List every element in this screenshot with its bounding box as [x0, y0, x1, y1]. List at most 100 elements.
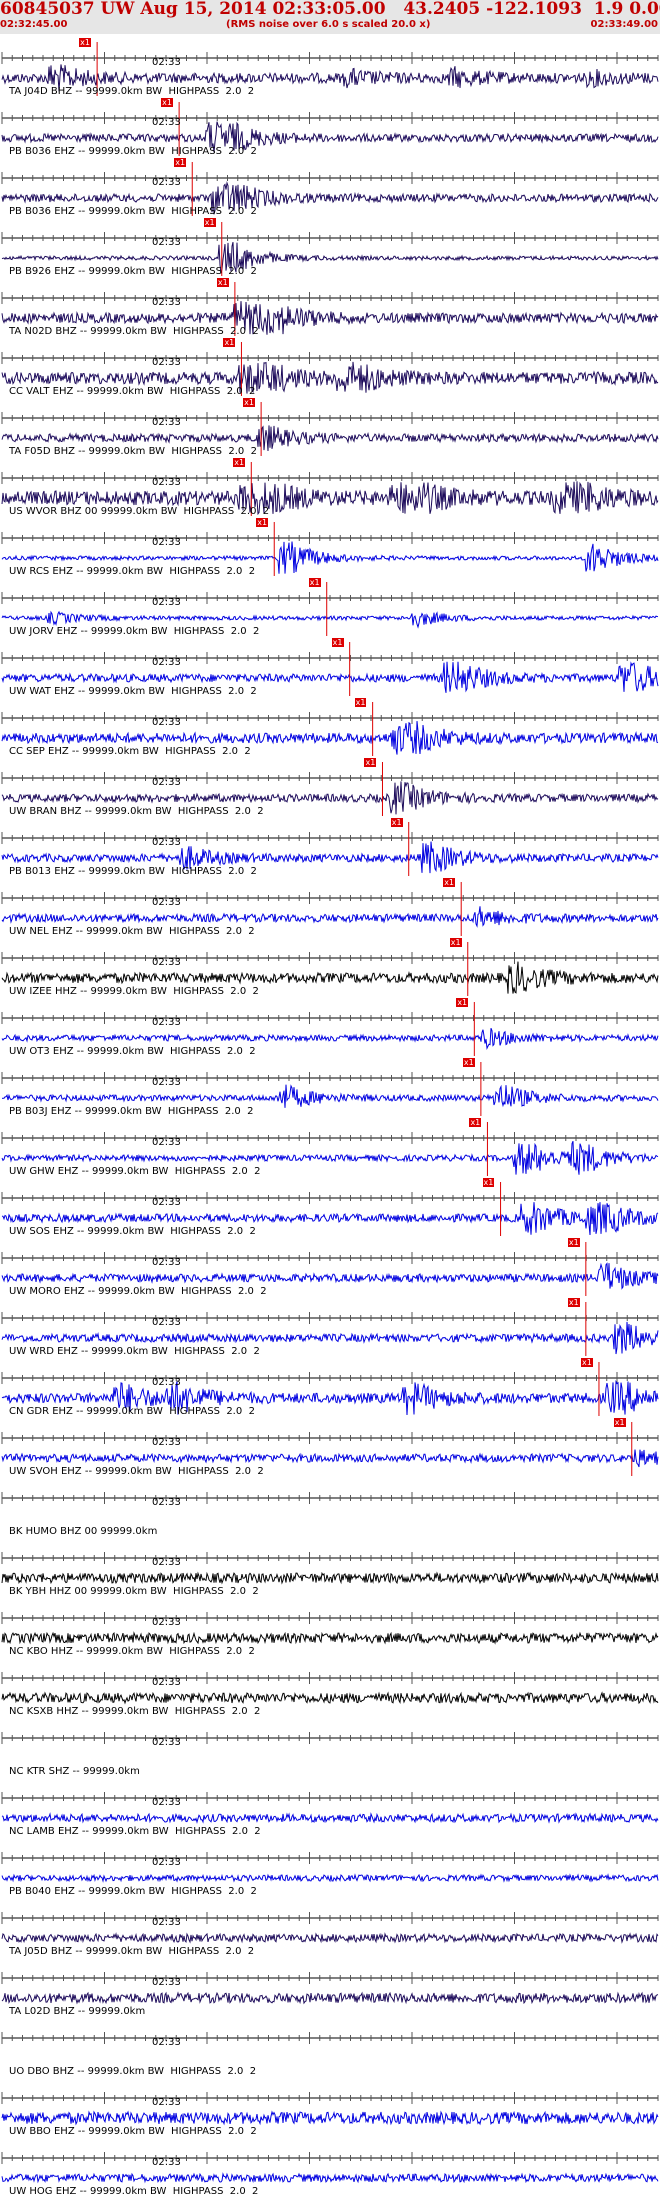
station-label: NC KTR SHZ -- 99999.0km — [9, 1766, 140, 1777]
station-label: UW SVOH EHZ -- 99999.0km BW HIGHPASS 2.0… — [9, 1466, 264, 1477]
waveform-trace — [1, 610, 659, 629]
minute-label: 02:33 — [152, 1197, 181, 1208]
waveform-trace — [1, 1449, 659, 1468]
minute-label: 02:33 — [152, 1797, 181, 1808]
station-label: NC LAMB EHZ -- 99999.0km BW HIGHPASS 2.0… — [9, 1826, 261, 1837]
minute-label: 02:33 — [152, 2097, 181, 2108]
minute-label: 02:33 — [152, 777, 181, 788]
minute-label: 02:33 — [152, 1257, 181, 1268]
station-label: US WVOR BHZ 00 99999.0km BW HIGHPASS 2.0… — [9, 506, 270, 517]
pick-badge: x1 — [79, 38, 91, 47]
minute-label: 02:33 — [152, 1677, 181, 1688]
minute-label: 02:33 — [152, 1437, 181, 1448]
minute-label: 02:33 — [152, 2037, 181, 2048]
station-label: TA F05D BHZ -- 99999.0km BW HIGHPASS 2.0… — [9, 446, 257, 457]
minute-label: 02:33 — [152, 1077, 181, 1088]
station-label: TA J05D BHZ -- 99999.0km BW HIGHPASS 2.0… — [9, 1946, 255, 1957]
station-label: CC VALT EHZ -- 99999.0km BW HIGHPASS 2.0… — [9, 386, 256, 397]
pick-badge: x1 — [308, 578, 321, 587]
waveform-trace — [1, 1571, 659, 1585]
minute-label: 02:33 — [152, 1317, 181, 1328]
minute-label: 02:33 — [152, 1557, 181, 1568]
station-label: UW GHW EHZ -- 99999.0km BW HIGHPASS 2.0 … — [9, 1166, 261, 1177]
pick-badge: x1 — [567, 1298, 580, 1307]
minute-label: 02:33 — [152, 1977, 181, 1988]
minute-label: 02:33 — [152, 1917, 181, 1928]
minute-label: 02:33 — [152, 1617, 181, 1628]
station-label: UW RCS EHZ -- 99999.0km BW HIGHPASS 2.0 … — [9, 566, 256, 577]
minute-label: 02:33 — [152, 417, 181, 428]
minute-label: 02:33 — [152, 177, 181, 188]
waveform-trace — [1, 1262, 659, 1290]
pick-badge: x1 — [567, 1238, 580, 1247]
station-label: UW WAT EHZ -- 99999.0km BW HIGHPASS 2.0 … — [9, 686, 257, 697]
pick-badge: x1 — [161, 98, 173, 107]
minute-label: 02:33 — [152, 1137, 181, 1148]
minute-label: 02:33 — [152, 1737, 181, 1748]
station-label: UW JORV EHZ -- 99999.0km BW HIGHPASS 2.0… — [9, 626, 260, 637]
station-label: UW SOS EHZ -- 99999.0km BW HIGHPASS 2.0 … — [9, 1226, 256, 1237]
station-label: PB B013 EHZ -- 99999.0km BW HIGHPASS 2.0… — [9, 866, 257, 877]
pick-badge: x1 — [256, 518, 269, 527]
minute-label: 02:33 — [152, 1497, 181, 1508]
waveform-trace — [1, 1691, 659, 1705]
pick-badge: x1 — [203, 218, 216, 227]
pick-badge: x1 — [174, 158, 187, 167]
waveform-trace — [1, 1873, 659, 1883]
pick-badge: x1 — [580, 1358, 593, 1367]
minute-label: 02:33 — [152, 957, 181, 968]
station-label: TA N02D BHZ -- 99999.0km BW HIGHPASS 2.0… — [9, 326, 259, 337]
station-label: BK YBH HHZ 00 99999.0km BW HIGHPASS 2.0 … — [9, 1586, 259, 1597]
minute-label: 02:33 — [152, 1017, 181, 1028]
station-label: UW BRAN BHZ -- 99999.0km BW HIGHPASS 2.0… — [9, 806, 264, 817]
station-label: NC KBO HHZ -- 99999.0km BW HIGHPASS 2.0 … — [9, 1646, 255, 1657]
minute-label: 02:33 — [152, 1857, 181, 1868]
pick-badge: x1 — [443, 878, 456, 887]
station-label: PB B036 EHZ -- 99999.0km BW HIGHPASS 2.0… — [9, 206, 257, 217]
station-label: UO DBO BHZ -- 99999.0km BW HIGHPASS 2.0 … — [9, 2066, 257, 2077]
waveform-trace — [1, 906, 659, 928]
station-label: UW MORO EHZ -- 99999.0km BW HIGHPASS 2.0… — [9, 1286, 267, 1297]
minute-label: 02:33 — [152, 357, 181, 368]
seismogram-page: { "header": { "title": "60845037 UW Aug … — [0, 0, 660, 2198]
station-label: UW WRD EHZ -- 99999.0km BW HIGHPASS 2.0 … — [9, 1346, 260, 1357]
pick-badge: x1 — [462, 1058, 475, 1067]
station-label: TA J04D BHZ -- 99999.0km BW HIGHPASS 2.0… — [9, 86, 255, 97]
station-label: NC KSXB HHZ -- 99999.0km BW HIGHPASS 2.0… — [9, 1706, 261, 1717]
minute-label: 02:33 — [152, 717, 181, 728]
pick-badge: x1 — [233, 458, 246, 467]
minute-label: 02:33 — [152, 2157, 181, 2168]
waveform-trace — [1, 1991, 659, 2005]
minute-label: 02:33 — [152, 837, 181, 848]
pick-badge: x1 — [216, 278, 229, 287]
station-label: CN GDR EHZ -- 99999.0km BW HIGHPASS 2.0 … — [9, 1406, 255, 1417]
waveform-trace — [1, 1932, 659, 1944]
station-label: CC SEP EHZ -- 99999.0km BW HIGHPASS 2.0 … — [9, 746, 251, 757]
station-label: PB B040 EHZ -- 99999.0km BW HIGHPASS 2.0… — [9, 1886, 257, 1897]
minute-label: 02:33 — [152, 897, 181, 908]
pick-badge: x1 — [354, 698, 367, 707]
pick-badge: x1 — [613, 1418, 626, 1427]
minute-label: 02:33 — [152, 597, 181, 608]
station-label: UW OT3 EHZ -- 99999.0km BW HIGHPASS 2.0 … — [9, 1046, 256, 1057]
minute-label: 02:33 — [152, 117, 181, 128]
station-label: PB B926 EHZ -- 99999.0km BW HIGHPASS 2.0… — [9, 266, 257, 277]
pick-badge: x1 — [390, 818, 403, 827]
station-label: UW BBO EHZ -- 99999.0km BW HIGHPASS 2.0 … — [9, 2126, 257, 2137]
pick-badge: x1 — [223, 338, 236, 347]
minute-label: 02:33 — [152, 237, 181, 248]
minute-label: 02:33 — [152, 477, 181, 488]
minute-label: 02:33 — [152, 297, 181, 308]
waveform-trace — [1, 1631, 659, 1645]
waveform-trace — [1, 1084, 659, 1108]
minute-label: 02:33 — [152, 57, 181, 68]
pick-badge: x1 — [243, 398, 255, 407]
pick-badge: x1 — [456, 998, 469, 1007]
minute-label: 02:33 — [152, 537, 181, 548]
waveform-trace — [1, 2172, 659, 2184]
pick-badge: x1 — [482, 1178, 495, 1187]
station-label: UW IZEE HHZ -- 99999.0km BW HIGHPASS 2.0… — [9, 986, 259, 997]
pick-badge: x1 — [469, 1118, 482, 1127]
station-label: UW HOG EHZ -- 99999.0km BW HIGHPASS 2.0 … — [9, 2186, 259, 2197]
station-label: PB B036 EHZ -- 99999.0km BW HIGHPASS 2.0… — [9, 146, 257, 157]
